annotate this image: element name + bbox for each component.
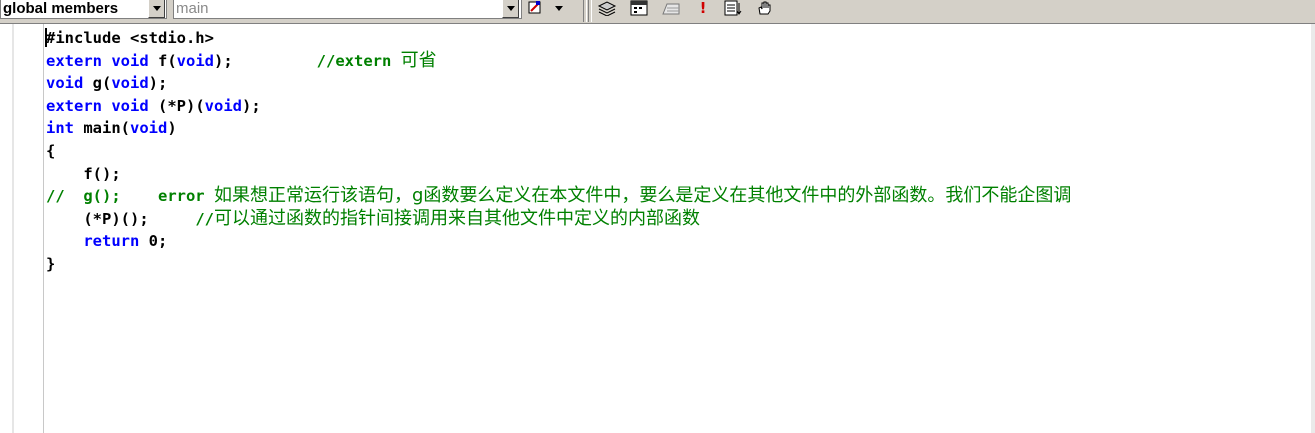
list-icon[interactable] <box>723 0 743 16</box>
exclamation-icon[interactable]: ! <box>693 0 713 17</box>
code-line-3: void g(void); <box>46 74 168 93</box>
vertical-scrollbar[interactable] <box>1311 24 1315 433</box>
toolbar-separator <box>583 0 587 22</box>
code-editor[interactable]: #include <stdio.h> extern void f(void); /… <box>0 24 1315 433</box>
scope-dropdown-button[interactable] <box>148 0 165 18</box>
code-line-2: extern void f(void); //extern 可省 <box>46 49 437 71</box>
code-line-7: f(); <box>46 164 121 183</box>
hand-icon[interactable] <box>755 0 775 16</box>
wizard-action-icon[interactable] <box>526 0 546 16</box>
calendar-icon[interactable] <box>629 0 649 16</box>
function-combo[interactable]: main <box>173 0 522 19</box>
source-code: #include <stdio.h> extern void f(void); /… <box>46 27 1071 276</box>
code-line-9: (*P)(); //可以通过函数的指针间接调用来自其他文件中定义的内部函数 <box>46 207 700 229</box>
code-line-6: { <box>46 141 56 160</box>
toolbar-separator <box>588 0 592 22</box>
editor-gutter <box>0 24 44 433</box>
code-line-1: #include <stdio.h> <box>46 29 214 47</box>
dropdown-arrow-icon[interactable] <box>552 0 566 16</box>
code-line-5: int main(void) <box>46 119 177 138</box>
toolbar: global members main ! <box>0 0 1315 24</box>
function-dropdown-button[interactable] <box>502 0 519 18</box>
code-line-11: } <box>46 254 56 273</box>
books-icon[interactable] <box>597 0 617 16</box>
scope-combo[interactable]: global members <box>0 0 167 19</box>
ruler-icon[interactable] <box>661 0 681 16</box>
code-line-10: return 0; <box>83 232 168 251</box>
code-line-4: extern void (*P)(void); <box>46 96 261 115</box>
code-line-8: // g(); error 如果想正常运行该语句，g函数要么定义在本文件中，要么… <box>46 185 1072 207</box>
